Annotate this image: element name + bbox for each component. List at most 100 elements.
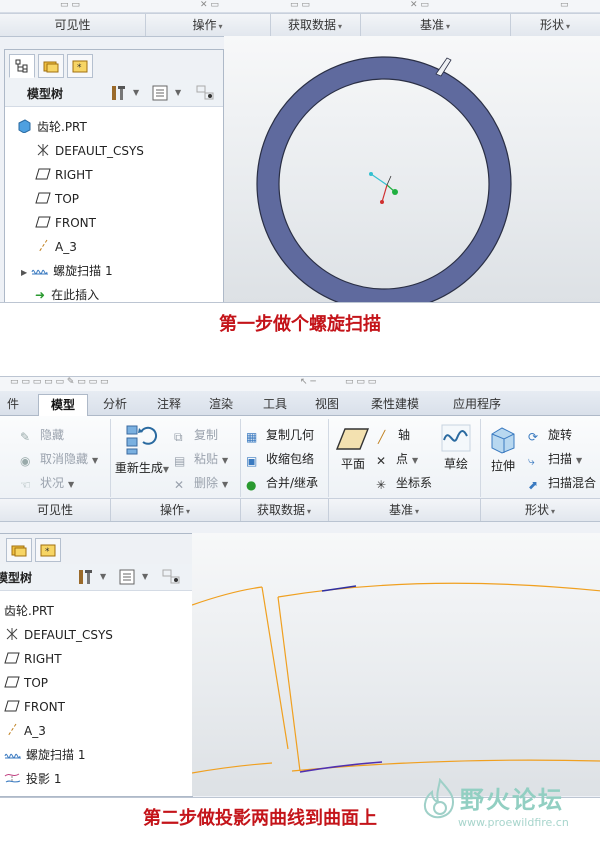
group-shapes[interactable]: 形状 ▾ (510, 14, 600, 36)
helical-sweep-ring-view (256, 56, 512, 302)
hide-button[interactable]: ✎ 隐藏 (20, 426, 64, 444)
unhide-button[interactable]: ◉ 取消隐藏 ▼ (20, 450, 98, 468)
revolve-button[interactable]: ⟳ 旋转 (528, 426, 572, 444)
tab-favorites[interactable]: * (35, 538, 61, 562)
tab-model-tree[interactable] (9, 54, 35, 78)
tab-file[interactable]: 件 (0, 394, 26, 415)
tree-item-right[interactable]: RIGHT (35, 165, 93, 185)
tools-icon[interactable] (76, 568, 96, 586)
copy-geometry-button[interactable]: ▦ 复制几何 (246, 426, 314, 444)
expand-arrow-icon[interactable]: ▶ (21, 268, 27, 277)
show-filter-icon[interactable] (196, 85, 216, 101)
ribbon-group-bar: 可见性 操作 ▾ 获取数据 ▾ 基准 ▾ 形状 ▾ (0, 13, 600, 37)
datum-plane-icon (35, 192, 51, 204)
settings-dropdown-icon[interactable]: ▼ (175, 88, 181, 97)
copy-geometry-icon: ▦ (246, 430, 258, 444)
delete-button[interactable]: ✕ 删除 ▼ (174, 474, 228, 492)
extrude-button[interactable]: 拉伸 (486, 424, 520, 474)
hide-icon: ✎ (20, 430, 31, 444)
tree-item-front[interactable]: FRONT (4, 697, 65, 717)
paste-button[interactable]: ▤ 粘贴 ▼ (174, 450, 228, 468)
settings-dropdown-icon[interactable]: ▼ (142, 572, 148, 581)
swept-blend-button[interactable]: ⬈ 扫描混合 (528, 474, 596, 492)
tree-item-part[interactable]: 齿轮.PRT (17, 117, 87, 137)
favorites-icon: * (72, 60, 88, 73)
flame-logo-icon (424, 778, 454, 819)
tree-item-top[interactable]: TOP (4, 673, 48, 693)
helical-sweep-ring[interactable] (257, 57, 511, 302)
tree-item-right[interactable]: RIGHT (4, 649, 62, 669)
ribbon-tab-bar: 件 模型 分析 注释 渲染 工具 视图 柔性建模 应用程序 (0, 391, 600, 417)
group-get-data[interactable]: 获取数据 ▾ (270, 14, 361, 36)
tab-applications[interactable]: 应用程序 (440, 394, 514, 415)
tree-item-axis[interactable]: A_3 (4, 721, 46, 741)
projected-segment-top[interactable] (321, 585, 357, 592)
settings-list-icon[interactable] (151, 85, 169, 101)
status-button[interactable]: ☜ 状况 ▼ (20, 474, 74, 492)
regenerate-button[interactable]: 重新生成▼ (114, 422, 170, 476)
group-operations[interactable]: 操作 ▾ (110, 499, 241, 521)
tools-dropdown-icon[interactable]: ▼ (100, 572, 106, 581)
tools-dropdown-icon[interactable]: ▼ (133, 88, 139, 97)
tree-item-front[interactable]: FRONT (35, 213, 96, 233)
merge-inherit-button[interactable]: ● 合并/继承 (246, 474, 318, 492)
show-filter-icon[interactable] (162, 569, 182, 585)
axis-icon (7, 723, 17, 737)
tab-analysis[interactable]: 分析 (92, 394, 138, 415)
projection-curves[interactable] (192, 582, 600, 774)
insert-arrow-icon: ➜ (35, 288, 46, 302)
favorites-icon: * (40, 544, 56, 557)
sketch-button[interactable]: 草绘 (440, 424, 472, 472)
csys-icon (6, 628, 18, 640)
point-button[interactable]: ✕ 点 ▼ (376, 450, 418, 468)
watermark-title: 野火论坛 (460, 786, 564, 814)
group-visibility[interactable]: 可见性 (0, 499, 111, 521)
quick-access-toolbar: ▭ ▭ ▭ ▭ ▭ ✎ ▭ ▭ ▭ ↖ ─ ▭ ▭ ▭ (0, 377, 600, 391)
csys-button[interactable]: ✳ 坐标系 (376, 474, 432, 492)
tab-folder-browser[interactable] (6, 538, 32, 562)
tree-item-csys[interactable]: DEFAULT_CSYS (35, 141, 144, 161)
tab-annotate[interactable]: 注释 (146, 394, 192, 415)
copy-button[interactable]: ⧉ 复制 (174, 426, 218, 444)
delete-icon: ✕ (174, 478, 185, 492)
group-shapes[interactable]: 形状 ▾ (480, 499, 600, 521)
sweep-icon: ⤷ (528, 454, 535, 468)
tab-render[interactable]: 渲染 (198, 394, 244, 415)
tab-tools[interactable]: 工具 (252, 394, 298, 415)
tree-item-projection[interactable]: 投影 1 (4, 769, 61, 789)
forum-watermark: 野火论坛 www.proewildfire.cn (420, 778, 600, 838)
group-datum[interactable]: 基准 ▾ (360, 14, 511, 36)
tree-item-helical-sweep[interactable]: 螺旋扫描 1 (4, 745, 85, 765)
tab-favorites[interactable]: * (67, 54, 93, 78)
sweep-button[interactable]: ⤷ 扫描 ▼ (528, 450, 582, 468)
panel-tabs: * (5, 50, 223, 81)
group-get-data[interactable]: 获取数据 ▾ (240, 499, 329, 521)
datum-plane-icon (35, 168, 51, 180)
datum-plane-icon (335, 428, 370, 450)
tree-item-axis[interactable]: A_3 (35, 237, 77, 257)
tree-item-top[interactable]: TOP (35, 189, 79, 209)
part-icon (18, 119, 31, 134)
plane-button[interactable]: 平面 (334, 426, 372, 472)
helical-sweep-icon (31, 269, 49, 275)
tab-model[interactable]: 模型 (38, 394, 88, 417)
tree-item-helical-sweep[interactable]: ▶ 螺旋扫描 1 (21, 261, 113, 281)
tab-folder-browser[interactable] (38, 54, 64, 78)
group-datum[interactable]: 基准 ▾ (328, 499, 481, 521)
tree-item-insert-here[interactable]: ➜ 在此插入 (35, 285, 99, 302)
tree-item-csys[interactable]: DEFAULT_CSYS (4, 625, 113, 645)
tools-icon[interactable] (109, 84, 129, 102)
datum-plane-icon (4, 676, 20, 688)
graphics-window[interactable] (224, 36, 600, 302)
axis-button[interactable]: ╱ 轴 (378, 426, 410, 444)
extrude-icon (491, 427, 515, 454)
group-visibility[interactable]: 可见性 (0, 14, 146, 36)
tree-item-part[interactable]: 齿轮.PRT (4, 601, 54, 621)
settings-list-icon[interactable] (118, 569, 136, 585)
tab-flexible-modeling[interactable]: 柔性建模 (358, 394, 432, 415)
graphics-window[interactable] (192, 533, 600, 796)
tab-view[interactable]: 视图 (304, 394, 350, 415)
screenshot-step2: ▭ ▭ ▭ ▭ ▭ ✎ ▭ ▭ ▭ ↖ ─ ▭ ▭ ▭ 件 模型 分析 注释 渲… (0, 376, 600, 798)
shrinkwrap-button[interactable]: ▣ 收缩包络 (246, 450, 314, 468)
group-operations[interactable]: 操作 ▾ (145, 14, 271, 36)
